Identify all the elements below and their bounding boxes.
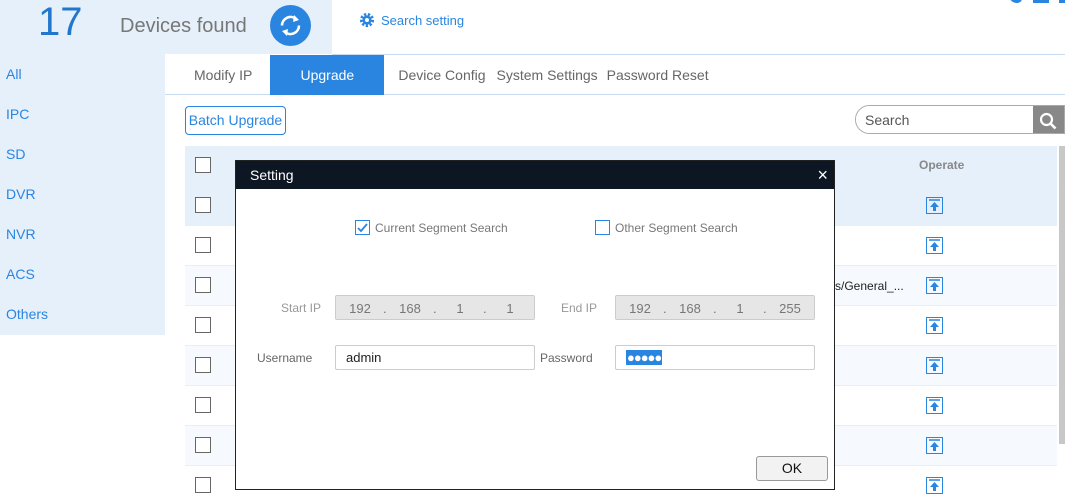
upgrade-icon[interactable] — [926, 437, 943, 454]
search-setting-label: Search setting — [381, 12, 465, 28]
upgrade-icon[interactable] — [926, 317, 943, 334]
end-ip-label: End IP — [561, 301, 598, 315]
username-input[interactable]: admin — [335, 345, 535, 370]
tab-modify-ip[interactable]: Modify IP — [190, 55, 256, 95]
select-all-checkbox[interactable] — [195, 157, 211, 173]
header-summary: 17 Devices found — [0, 0, 332, 54]
start-ip-octet-3: 1 — [456, 301, 464, 316]
ok-button[interactable]: OK — [756, 456, 828, 481]
sidebar-item-dvr[interactable]: DVR — [0, 174, 165, 214]
start-ip-octet-1: 192 — [349, 301, 371, 316]
row-checkbox[interactable] — [195, 237, 211, 253]
search-setting-link[interactable]: Search setting — [358, 11, 464, 29]
tab-system-settings[interactable]: System Settings — [493, 55, 602, 95]
row-checkbox[interactable] — [195, 197, 211, 213]
table-scrollbar[interactable] — [1059, 146, 1065, 444]
start-ip-field[interactable]: 192 . 168 . 1 . 1 — [335, 295, 535, 320]
batch-upgrade-button[interactable]: Batch Upgrade — [185, 106, 286, 135]
start-ip-octet-4: 1 — [506, 301, 514, 316]
sidebar-item-ipc[interactable]: IPC — [0, 94, 165, 134]
tab-device-config[interactable]: Device Config — [394, 55, 489, 95]
firmware-path-cell: s/General_... — [835, 279, 904, 293]
ip-separator: . — [763, 301, 767, 316]
current-segment-option[interactable]: Current Segment Search — [355, 220, 508, 235]
upgrade-icon[interactable] — [926, 197, 943, 214]
tab-bar: Modify IP Upgrade Device Config System S… — [165, 55, 1065, 95]
search-input[interactable] — [856, 106, 1034, 133]
gear-icon — [359, 12, 375, 28]
end-ip-field[interactable]: 192 . 168 . 1 . 255 — [615, 295, 815, 320]
other-segment-option[interactable]: Other Segment Search — [595, 220, 738, 235]
start-ip-octet-2: 168 — [399, 301, 421, 316]
sidebar-item-all[interactable]: All — [0, 54, 165, 94]
location-icon[interactable] — [1005, 0, 1025, 6]
devices-found-label: Devices found — [120, 15, 247, 37]
ip-separator: . — [383, 301, 387, 316]
refresh-button[interactable] — [270, 5, 311, 46]
tab-password-reset[interactable]: Password Reset — [603, 55, 713, 95]
username-label: Username — [257, 351, 313, 365]
password-mask: ●●●●● — [626, 350, 662, 365]
row-checkbox[interactable] — [195, 317, 211, 333]
sidebar-item-nvr[interactable]: NVR — [0, 214, 165, 254]
refresh-icon — [280, 15, 301, 36]
end-ip-octet-2: 168 — [679, 301, 701, 316]
row-checkbox[interactable] — [195, 277, 211, 293]
ip-separator: . — [663, 301, 667, 316]
password-input[interactable]: ●●●●● — [615, 345, 815, 370]
upgrade-icon[interactable] — [926, 477, 943, 494]
close-icon[interactable]: × — [817, 161, 828, 189]
upgrade-icon[interactable] — [926, 237, 943, 254]
sidebar-item-others[interactable]: Others — [0, 294, 165, 334]
sidebar-item-acs[interactable]: ACS — [0, 254, 165, 294]
end-ip-octet-3: 1 — [736, 301, 744, 316]
current-segment-label: Current Segment Search — [375, 220, 508, 235]
dialog-title: Setting — [250, 167, 294, 183]
password-label: Password — [540, 351, 593, 365]
device-type-sidebar: All IPC SD DVR NVR ACS Others — [0, 54, 165, 335]
search-box — [855, 105, 1065, 134]
other-segment-label: Other Segment Search — [615, 220, 738, 235]
window-controls — [1005, 0, 1065, 6]
minimize-icon[interactable] — [1033, 0, 1049, 3]
sidebar-item-sd[interactable]: SD — [0, 134, 165, 174]
ip-separator: . — [483, 301, 487, 316]
checkmark-icon — [357, 223, 368, 233]
upgrade-icon[interactable] — [926, 357, 943, 374]
search-button[interactable] — [1033, 106, 1064, 133]
tab-upgrade[interactable]: Upgrade — [270, 55, 385, 95]
search-icon — [1039, 112, 1057, 130]
row-checkbox[interactable] — [195, 357, 211, 373]
upgrade-icon[interactable] — [926, 397, 943, 414]
end-ip-octet-4: 255 — [779, 301, 801, 316]
ip-separator: . — [713, 301, 717, 316]
setting-dialog: Setting × Current Segment Search Other S… — [235, 160, 835, 490]
dialog-title-bar: Setting × — [236, 161, 834, 189]
close-window-icon[interactable] — [1059, 0, 1065, 3]
start-ip-label: Start IP — [281, 301, 322, 315]
current-segment-checkbox[interactable] — [355, 220, 370, 235]
row-checkbox[interactable] — [195, 477, 211, 493]
row-checkbox[interactable] — [195, 397, 211, 413]
upgrade-icon[interactable] — [926, 277, 943, 294]
device-count: 17 — [38, 0, 83, 44]
other-segment-checkbox[interactable] — [595, 220, 610, 235]
end-ip-octet-1: 192 — [629, 301, 651, 316]
operate-column-header: Operate — [919, 158, 965, 172]
row-checkbox[interactable] — [195, 437, 211, 453]
ip-separator: . — [433, 301, 437, 316]
